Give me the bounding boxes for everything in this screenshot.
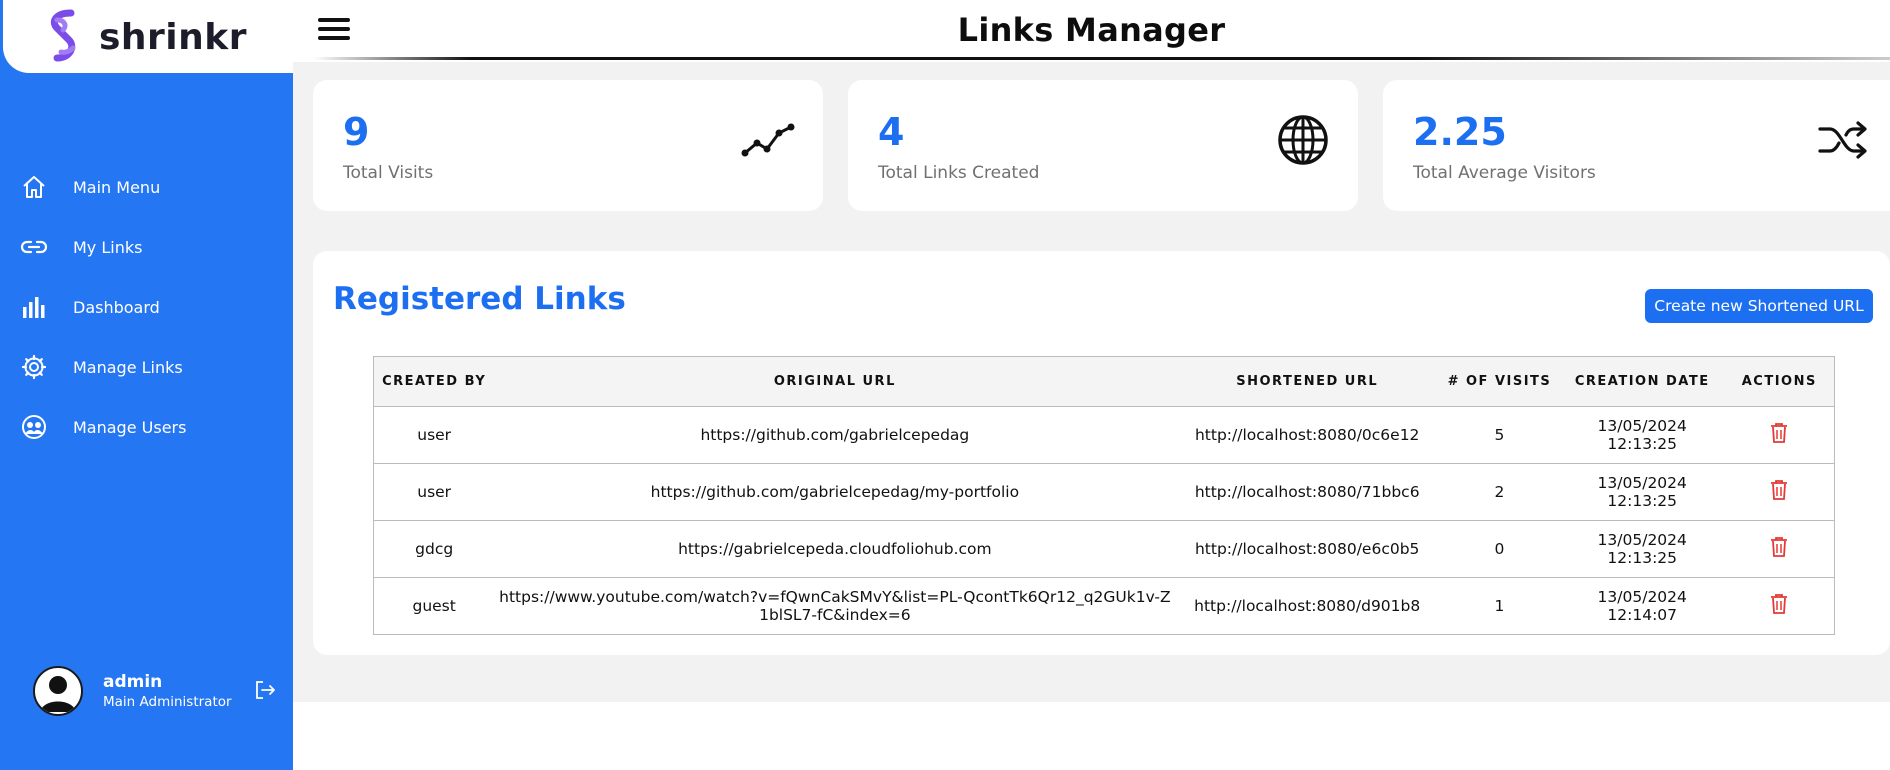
- shrinkr-logo-icon: [50, 9, 76, 62]
- delete-icon[interactable]: [1770, 593, 1788, 619]
- original-url-cell: https://github.com/gabrielcepedag/my-por…: [494, 463, 1176, 521]
- top-bar: Links Manager: [293, 0, 1890, 60]
- sidebar: shrinkr Main Menu My Links Dashboard Man…: [0, 0, 293, 770]
- sidebar-nav: Main Menu My Links Dashboard Manage Link…: [0, 157, 293, 457]
- column-header: ACTIONS: [1724, 356, 1835, 407]
- user-role: Main Administrator: [103, 694, 232, 710]
- column-header[interactable]: CREATED BY: [373, 356, 495, 407]
- created-by-cell: guest: [373, 577, 495, 635]
- date-cell: 13/05/2024 12:13:25: [1559, 406, 1725, 464]
- short-url-cell[interactable]: http://localhost:8080/d901b8: [1175, 577, 1440, 635]
- sidebar-item-manage-users[interactable]: Manage Users: [0, 397, 293, 457]
- table-row: user https://github.com/gabrielcepedag/m…: [373, 463, 1835, 521]
- sidebar-item-label: Manage Users: [73, 417, 187, 437]
- delete-icon[interactable]: [1770, 536, 1788, 562]
- short-url-cell[interactable]: http://localhost:8080/0c6e12: [1175, 406, 1440, 464]
- users-icon: [19, 412, 49, 442]
- globe-icon: [1276, 113, 1330, 167]
- sidebar-item-label: Dashboard: [73, 297, 160, 317]
- shuffle-icon: [1816, 113, 1870, 167]
- stat-card-total-visits: 9 Total Visits: [313, 80, 823, 211]
- create-short-url-button[interactable]: Create new Shortened URL: [1645, 289, 1873, 323]
- column-header[interactable]: CREATION DATE: [1559, 356, 1725, 407]
- sidebar-item-label: My Links: [73, 237, 143, 257]
- registered-links-panel: Registered Links Create new Shortened UR…: [313, 251, 1890, 655]
- created-by-cell: user: [373, 406, 495, 464]
- links-table: CREATED BY ORIGINAL URL SHORTENED URL # …: [373, 356, 1835, 635]
- created-by-cell: user: [373, 463, 495, 521]
- footer-space: [293, 702, 1890, 770]
- delete-icon[interactable]: [1770, 479, 1788, 505]
- original-url-cell: https://www.youtube.com/watch?v=fQwnCakS…: [494, 577, 1176, 635]
- sidebar-item-label: Main Menu: [73, 177, 161, 197]
- stat-card-total-links: 4 Total Links Created: [848, 80, 1358, 211]
- stat-value: 9: [343, 110, 370, 154]
- sidebar-item-dashboard[interactable]: Dashboard: [0, 277, 293, 337]
- stat-card-average-visitors: 2.25 Total Average Visitors: [1383, 80, 1890, 211]
- stat-label: Total Visits: [343, 163, 434, 183]
- logo-area: shrinkr: [3, 0, 293, 73]
- date-cell: 13/05/2024 12:13:25: [1559, 520, 1725, 578]
- stat-value: 4: [878, 110, 905, 154]
- panel-title: Registered Links: [333, 281, 626, 317]
- date-text: 13/05/2024: [1597, 417, 1687, 435]
- actions-cell: [1724, 463, 1835, 521]
- app-logo[interactable]: shrinkr: [45, 8, 247, 66]
- visits-cell: 0: [1439, 520, 1560, 578]
- column-header[interactable]: SHORTENED URL: [1175, 356, 1440, 407]
- stat-value: 2.25: [1413, 110, 1507, 154]
- table-row: guest https://www.youtube.com/watch?v=fQ…: [373, 577, 1835, 635]
- sidebar-item-manage-links[interactable]: Manage Links: [0, 337, 293, 397]
- home-icon: [19, 172, 49, 202]
- original-url-cell: https://gabrielcepeda.cloudfoliohub.com: [494, 520, 1176, 578]
- main-content: Links Manager 9 Total Visits 4 Total Lin…: [293, 0, 1890, 770]
- actions-cell: [1724, 406, 1835, 464]
- time-text: 12:13:25: [1607, 492, 1678, 510]
- actions-cell: [1724, 520, 1835, 578]
- stat-label: Total Links Created: [878, 163, 1040, 183]
- sidebar-item-label: Manage Links: [73, 357, 183, 377]
- created-by-cell: gdcg: [373, 520, 495, 578]
- table-row: user https://github.com/gabrielcepedag h…: [373, 406, 1835, 464]
- table-header-row: CREATED BY ORIGINAL URL SHORTENED URL # …: [373, 356, 1835, 407]
- time-text: 12:13:25: [1607, 549, 1678, 567]
- stat-label: Total Average Visitors: [1413, 163, 1596, 183]
- date-text: 13/05/2024: [1597, 531, 1687, 549]
- user-avatar-icon: [33, 666, 83, 716]
- app-name: shrinkr: [99, 16, 247, 58]
- gear-icon: [19, 352, 49, 382]
- sidebar-item-my-links[interactable]: My Links: [0, 217, 293, 277]
- user-name: admin: [103, 672, 163, 692]
- short-url-cell[interactable]: http://localhost:8080/71bbc6: [1175, 463, 1440, 521]
- visits-cell: 2: [1439, 463, 1560, 521]
- delete-icon[interactable]: [1770, 422, 1788, 448]
- time-text: 12:14:07: [1607, 606, 1678, 624]
- original-url-cell: https://github.com/gabrielcepedag: [494, 406, 1176, 464]
- short-url-cell[interactable]: http://localhost:8080/e6c0b5: [1175, 520, 1440, 578]
- trend-line-icon: [741, 113, 795, 167]
- date-cell: 13/05/2024 12:14:07: [1559, 577, 1725, 635]
- visits-cell: 1: [1439, 577, 1560, 635]
- date-cell: 13/05/2024 12:13:25: [1559, 463, 1725, 521]
- table-row: gdcg https://gabrielcepeda.cloudfoliohub…: [373, 520, 1835, 578]
- time-text: 12:13:25: [1607, 435, 1678, 453]
- date-text: 13/05/2024: [1597, 588, 1687, 606]
- actions-cell: [1724, 577, 1835, 635]
- bar-chart-icon: [19, 292, 49, 322]
- content-area: 9 Total Visits 4 Total Links Created 2.2…: [293, 62, 1890, 702]
- visits-cell: 5: [1439, 406, 1560, 464]
- link-icon: [19, 232, 49, 262]
- page-title: Links Manager: [957, 11, 1226, 49]
- column-header[interactable]: # OF VISITS: [1439, 356, 1560, 407]
- title-divider: [313, 57, 1890, 60]
- logout-icon[interactable]: [253, 678, 277, 706]
- user-profile: admin Main Administrator: [33, 666, 283, 716]
- column-header[interactable]: ORIGINAL URL: [494, 356, 1176, 407]
- sidebar-item-main-menu[interactable]: Main Menu: [0, 157, 293, 217]
- date-text: 13/05/2024: [1597, 474, 1687, 492]
